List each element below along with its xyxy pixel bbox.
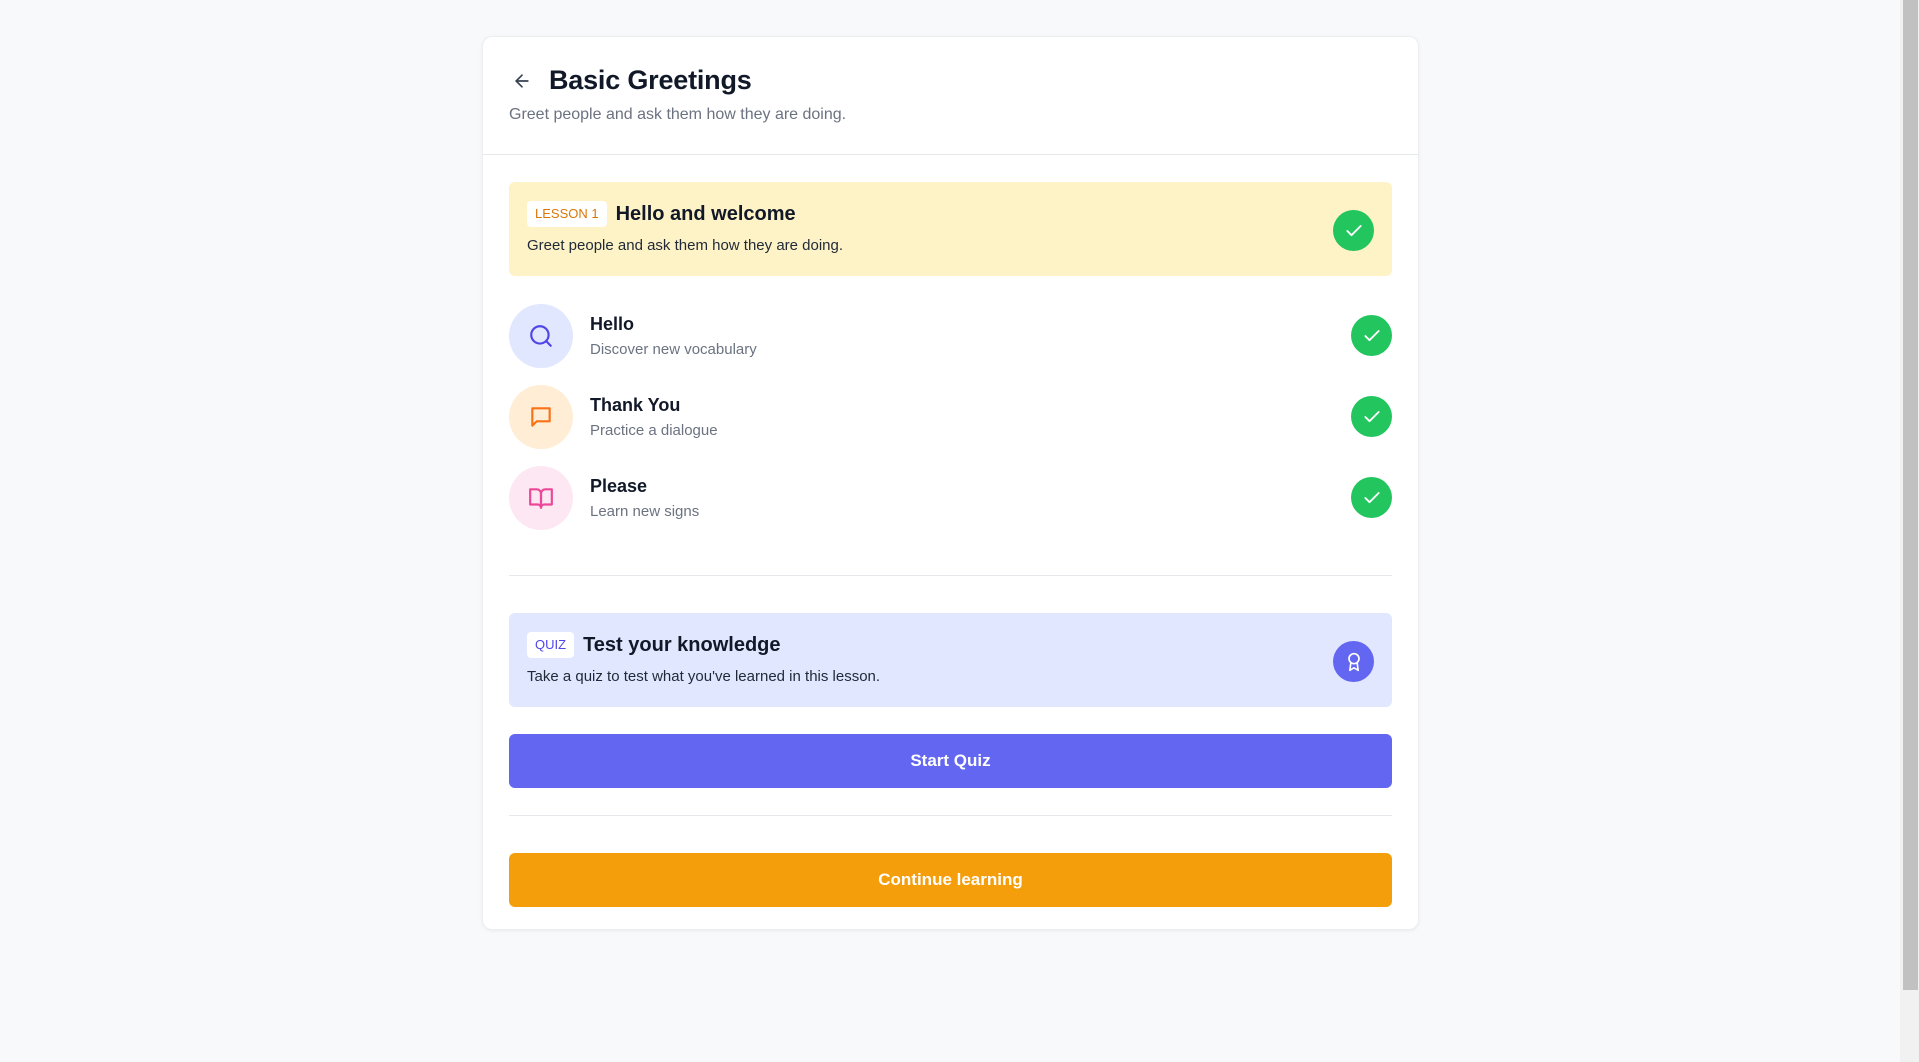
activity-text: Hello Discover new vocabulary	[590, 314, 757, 358]
activity-subtitle: Discover new vocabulary	[590, 341, 757, 358]
activity-subtitle: Practice a dialogue	[590, 422, 718, 439]
check-icon	[1351, 477, 1392, 518]
chat-bubble-icon	[509, 385, 573, 449]
quiz-banner-top: QUIZ Test your knowledge	[527, 632, 1374, 658]
activity-title: Thank You	[590, 395, 681, 415]
scrollbar-thumb[interactable]	[1903, 0, 1918, 990]
quiz-title: Test your knowledge	[583, 633, 781, 656]
quiz-banner[interactable]: QUIZ Test your knowledge Take a quiz to …	[509, 613, 1392, 707]
lesson-banner[interactable]: LESSON 1 Hello and welcome Greet people …	[509, 182, 1392, 276]
activity-item-thank-you[interactable]: Thank You Practice a dialogue	[509, 384, 1392, 450]
search-icon	[509, 304, 573, 368]
activity-list: Hello Discover new vocabulary Thank You …	[509, 303, 1392, 531]
quiz-tag: QUIZ	[527, 632, 575, 658]
lesson-title: Hello and welcome	[615, 202, 796, 225]
check-icon	[1351, 396, 1392, 437]
check-icon	[1333, 210, 1374, 251]
lesson-card: Basic Greetings Greet people and ask the…	[482, 36, 1419, 930]
check-icon	[1351, 315, 1392, 356]
activity-item-hello[interactable]: Hello Discover new vocabulary	[509, 303, 1392, 369]
activity-title: Hello	[590, 314, 635, 334]
lesson-description: Greet people and ask them how they are d…	[527, 237, 844, 254]
activity-item-please[interactable]: Please Learn new signs	[509, 465, 1392, 531]
lesson-body: LESSON 1 Hello and welcome Greet people …	[483, 155, 1418, 907]
start-quiz-button[interactable]: Start Quiz	[509, 734, 1392, 788]
continue-learning-button[interactable]: Continue learning	[509, 853, 1392, 907]
quiz-description: Take a quiz to test what you've learned …	[527, 668, 881, 685]
divider	[509, 815, 1392, 816]
page-title: Basic Greetings	[549, 65, 752, 95]
vertical-scrollbar[interactable]	[1900, 0, 1919, 1062]
back-button[interactable]	[509, 68, 535, 94]
arrow-left-icon	[515, 73, 529, 88]
activity-subtitle: Learn new signs	[590, 503, 700, 520]
book-open-icon	[509, 466, 573, 530]
activity-title: Please	[590, 476, 648, 496]
lesson-tag: LESSON 1	[527, 201, 607, 227]
award-icon	[1333, 641, 1374, 682]
page-subtitle: Greet people and ask them how they are d…	[509, 106, 847, 123]
lesson-header: Basic Greetings Greet people and ask the…	[483, 37, 1418, 155]
activity-text: Thank You Practice a dialogue	[590, 395, 718, 439]
activity-text: Please Learn new signs	[590, 476, 699, 520]
divider	[509, 575, 1392, 576]
lesson-banner-top: LESSON 1 Hello and welcome	[527, 201, 1374, 227]
title-row: Basic Greetings	[509, 65, 1392, 96]
